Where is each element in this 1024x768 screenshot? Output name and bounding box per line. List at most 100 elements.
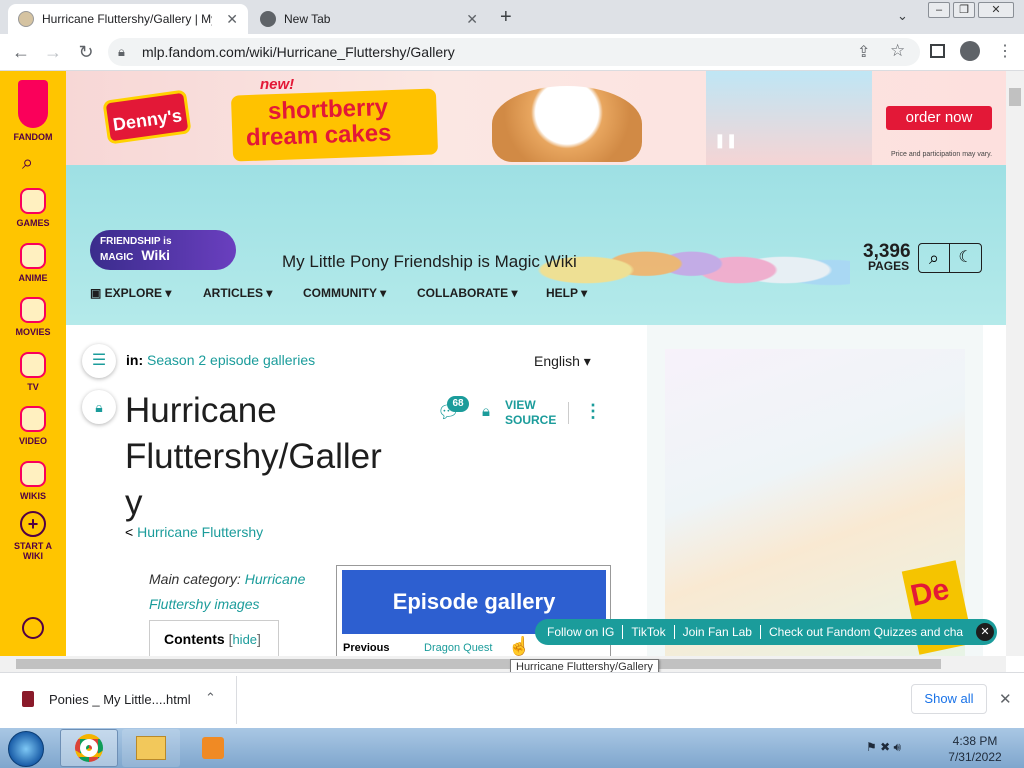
social-bar: Follow on IG TikTok Join Fan Lab Check o… [535,619,997,645]
nav-help[interactable]: HELP ▾ [546,286,587,300]
close-tab-icon[interactable]: ✕ [466,11,478,28]
rail-item-tv[interactable]: TV [0,352,66,392]
lock-icon[interactable]: 🔒︎ [82,390,116,424]
categories-line: in: Season 2 episode galleries [126,352,315,368]
back-prefix: < [125,524,134,540]
previous-label: Previous [343,642,390,654]
tab-new[interactable]: New Tab ✕ [250,4,488,34]
pony-favicon-icon [18,11,34,27]
bookmark-star-icon[interactable]: ☆ [890,41,905,61]
pancake-image [492,86,642,162]
plus-circle-icon: + [20,511,46,537]
forward-icon[interactable]: → [42,41,64,63]
close-tab-icon[interactable]: ✕ [226,11,238,28]
rail-item-video[interactable]: VIDEO [0,406,66,446]
hand-cursor-icon: ☝ [508,636,531,656]
close-window-button[interactable]: ✕ [978,2,1014,18]
hide-toc-link[interactable]: hide [232,632,257,647]
language-selector[interactable]: English ▾ [534,353,591,370]
more-actions-kebab-icon[interactable]: ⋮ [584,401,602,422]
title-line: Hurricane [125,391,277,430]
taskbar-chrome[interactable] [60,729,118,767]
page-title: Hurricane Fluttershy/Galler y [125,388,382,526]
horizontal-scroll-thumb[interactable] [16,659,941,669]
vertical-scrollbar[interactable] [1006,71,1024,656]
view-source-lock-icon: 🔒︎ [482,403,490,420]
side-panel-icon[interactable] [930,44,945,58]
chevron-up-icon[interactable]: ⌃ [205,690,216,706]
share-icon[interactable]: ⇪ [857,42,870,62]
fandom-logo-icon[interactable] [18,80,48,128]
clock[interactable]: 4:38 PM 7/31/2022 [940,733,1010,765]
tab-active[interactable]: Hurricane Fluttershy/Gallery | My ✕ [8,4,248,34]
rail-label: VIDEO [18,436,47,446]
taskbar-media[interactable] [184,729,242,767]
divider [568,402,569,424]
show-all-button[interactable]: Show all [911,684,987,714]
url-text[interactable]: mlp.fandom.com/wiki/Hurricane_Fluttershy… [142,44,455,60]
close-icon[interactable]: ✕ [976,623,994,641]
fan-lab-link[interactable]: Join Fan Lab [675,625,761,639]
follow-ig-link[interactable]: Follow on IG [547,625,624,639]
toc-list-icon[interactable]: ☰ [82,344,116,378]
tab-search-icon[interactable]: ⌄ [897,8,908,24]
close-downloads-icon[interactable]: ✕ [999,690,1012,708]
tray-icons[interactable]: ⚑ ✖ 🔊︎ [866,740,901,755]
vertical-scroll-thumb[interactable] [1009,88,1021,106]
tv-icon [20,352,46,378]
divider [236,676,237,724]
ad-disclaimer: Price and participation may vary. [891,151,993,158]
rail-item-anime[interactable]: ANIME [0,243,66,283]
wiki-logo-wiki: Wiki [141,247,170,263]
minimize-button[interactable]: – [928,2,950,18]
folder-icon [136,736,166,760]
previous-episode-link[interactable]: Dragon Quest [424,642,492,654]
nav-explore[interactable]: ▣ EXPLORE ▾ [90,286,171,300]
wiki-logo[interactable]: FRIENDSHIP is MAGIC Wiki [90,230,236,270]
rail-item-start-wiki[interactable]: + START A WIKI [0,511,66,561]
rail-label: GAMES [16,218,50,228]
ad-video[interactable] [706,71,872,165]
nav-articles[interactable]: ARTICLES ▾ [203,286,272,300]
back-icon[interactable]: ← [10,41,32,63]
category-link[interactable]: Season 2 episode galleries [147,352,315,368]
media-player-icon [202,737,224,759]
title-line: y [125,483,143,522]
back-link[interactable]: Hurricane Fluttershy [137,524,263,540]
order-now-button[interactable]: order now [886,106,992,130]
rail-label: START A WIKI [14,541,52,561]
view-source-label: VIEW [505,398,536,412]
menu-kebab-icon[interactable]: ⋮ [997,41,1013,61]
rail-item-games[interactable]: GAMES [0,188,66,228]
user-account-icon[interactable] [22,617,44,639]
search-icon[interactable]: ⌕ [22,152,33,175]
pause-icon[interactable]: ❚❚ [714,132,737,149]
chrome-favicon-icon [260,11,276,27]
rail-item-wikis[interactable]: WIKIS [0,461,66,501]
quizzes-link[interactable]: Check out Fandom Quizzes and cha [761,625,975,639]
ad-headline-2: dream cakes [245,119,392,152]
taskbar-explorer[interactable] [122,729,180,767]
gamepad-icon [20,188,46,214]
restore-button[interactable]: ❐ [953,2,975,18]
nav-collaborate[interactable]: COLLABORATE ▾ [417,286,517,300]
main-category: Main category: Hurricane Fluttershy imag… [149,567,324,617]
reload-icon[interactable]: ↻ [75,41,97,63]
view-source-button[interactable]: VIEW SOURCE [505,398,556,428]
nav-label: COMMUNITY [303,286,377,300]
new-tab-button[interactable]: + [500,6,512,29]
dark-mode-moon-icon[interactable]: ☾ [950,244,981,272]
start-button[interactable] [8,731,44,767]
tiktok-link[interactable]: TikTok [623,625,675,639]
wiki-title[interactable]: My Little Pony Friendship is Magic Wiki [282,252,577,272]
profile-avatar-icon[interactable] [960,41,980,61]
wiki-search-icon[interactable]: ⌕ [919,244,951,272]
film-icon [20,297,46,323]
nav-community[interactable]: COMMUNITY ▾ [303,286,386,300]
lock-icon[interactable]: 🔒︎ [118,44,125,60]
explore-icon: ▣ [90,286,105,300]
clock-date: 7/31/2022 [948,750,1002,764]
download-filename[interactable]: Ponies _ My Little....html [49,692,191,707]
rail-item-movies[interactable]: MOVIES [0,297,66,337]
rail-label: MOVIES [15,327,51,337]
